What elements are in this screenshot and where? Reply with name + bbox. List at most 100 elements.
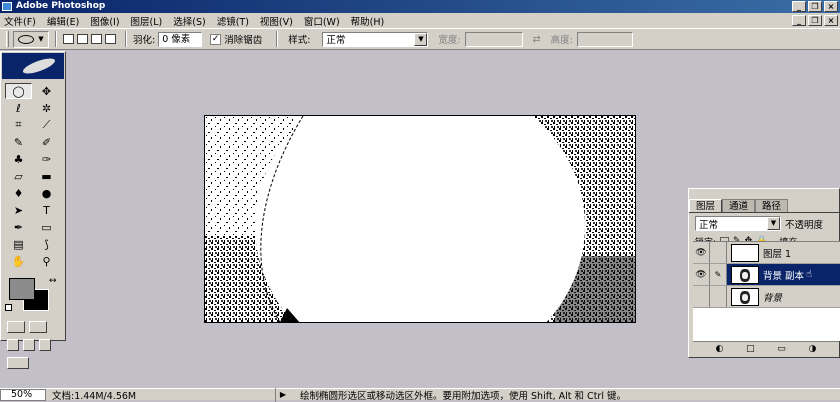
swap-dimensions-icon[interactable]: ⇄ <box>533 34 541 45</box>
path-selection-tool-icon[interactable]: ➤ <box>5 202 32 218</box>
layer-link-cell[interactable] <box>710 242 727 263</box>
eraser-tool-icon[interactable]: ▱ <box>5 168 32 184</box>
chevron-down-icon: ▼ <box>414 32 428 46</box>
brush-paint-icon[interactable]: ✎ <box>710 264 727 285</box>
style-label: 样式: <box>288 35 311 46</box>
feather-logo-icon <box>21 55 57 77</box>
menu-edit[interactable]: 编辑(E) <box>47 14 79 28</box>
layer-row-layer1[interactable]: 👁 图层 1 <box>693 242 840 264</box>
tool-preset-picker[interactable]: ▼ <box>13 30 49 48</box>
feather-input[interactable]: 0 像素 <box>158 31 203 47</box>
swap-colors-icon[interactable]: ↔ <box>49 276 57 286</box>
window-title: Adobe Photoshop <box>16 1 106 11</box>
status-menu-arrow-icon[interactable]: ▶ <box>276 390 290 399</box>
doc-minimize-button[interactable]: _ <box>792 15 806 26</box>
new-selection-button[interactable] <box>63 34 74 44</box>
width-label: 宽度: <box>438 35 461 46</box>
width-input[interactable] <box>464 31 523 47</box>
magic-wand-tool-icon[interactable]: ✲ <box>33 100 60 116</box>
quick-mask-mode-button[interactable] <box>29 321 47 333</box>
menu-file[interactable]: 文件(F) <box>4 14 36 28</box>
layers-panel-tabs: 图层 通道 路径 <box>689 199 839 213</box>
menu-image[interactable]: 图像(I) <box>90 14 119 28</box>
visibility-eye-icon[interactable] <box>693 286 710 307</box>
crop-tool-icon[interactable]: ⌗ <box>5 117 32 133</box>
height-label: 高度: <box>550 35 573 46</box>
ellipse-marquee-icon <box>18 34 35 44</box>
menu-layer[interactable]: 图层(L) <box>131 14 163 28</box>
eyedropper-tool-icon[interactable]: ⟆ <box>33 236 60 252</box>
close-button[interactable]: × <box>824 1 838 12</box>
notes-tool-icon[interactable]: ▤ <box>5 236 32 252</box>
window-controls: _ ❐ × <box>792 1 838 12</box>
intersect-selection-button[interactable] <box>105 34 116 44</box>
menu-help[interactable]: 帮助(H) <box>351 14 385 28</box>
standard-screen-button[interactable] <box>7 339 19 351</box>
history-brush-tool-icon[interactable]: ✑ <box>33 151 60 167</box>
adjustment-layer-icon[interactable]: ◑ <box>808 344 816 354</box>
add-to-selection-button[interactable] <box>77 34 88 44</box>
color-swatches: ↔ <box>5 276 61 314</box>
brush-tool-icon[interactable]: ✐ <box>33 134 60 150</box>
doc-close-button[interactable]: × <box>824 15 838 26</box>
blur-tool-icon[interactable]: ♦ <box>5 185 32 201</box>
hand-tool-icon[interactable]: ✋ <box>5 253 32 269</box>
antialias-checkbox[interactable]: ✓ <box>210 33 222 45</box>
minimize-button[interactable]: _ <box>792 1 806 12</box>
move-tool-icon[interactable]: ✥ <box>33 83 60 99</box>
options-grip[interactable] <box>6 31 9 47</box>
canvas-image <box>205 116 635 322</box>
layer-thumbnail <box>731 287 759 306</box>
tab-channels[interactable]: 通道 <box>722 199 756 212</box>
toolbox-header[interactable] <box>2 53 64 79</box>
document-window-controls: _ ❐ × <box>792 15 838 26</box>
toolbox: ◯ ✥ ℓ ✲ ⌗ ⟋ ✎ ✐ ♣ ✑ ▱ ▬ ♦ ● ➤ T ✒ ▭ ▤ ⟆ … <box>0 51 66 369</box>
dodge-tool-icon[interactable]: ● <box>33 185 60 201</box>
chevron-down-icon: ▼ <box>767 217 780 230</box>
layers-footer: ◐ □ ▭ ◑ <box>693 341 839 355</box>
document-canvas[interactable] <box>204 115 636 323</box>
layer-mask-icon[interactable]: □ <box>746 344 755 354</box>
jump-to-imageready-button[interactable] <box>7 357 29 369</box>
default-colors-icon[interactable] <box>5 304 12 311</box>
clone-stamp-tool-icon[interactable]: ♣ <box>5 151 32 167</box>
standard-mode-button[interactable] <box>7 321 25 333</box>
visibility-eye-icon[interactable]: 👁 <box>693 264 710 285</box>
tab-paths[interactable]: 路径 <box>755 199 789 212</box>
menu-filter[interactable]: 滤镜(T) <box>217 14 249 28</box>
layer-thumbnail <box>731 243 759 262</box>
layer-row-background[interactable]: 背景 <box>693 286 840 308</box>
menu-select[interactable]: 选择(S) <box>173 14 205 28</box>
blend-mode-dropdown[interactable]: 正常 ▼ <box>695 216 781 231</box>
title-bar: Adobe Photoshop <box>0 0 840 13</box>
layer-style-icon[interactable]: ◐ <box>716 344 724 354</box>
menu-window[interactable]: 窗口(W) <box>304 14 340 28</box>
doc-restore-button[interactable]: ❐ <box>808 15 822 26</box>
gradient-tool-icon[interactable]: ▬ <box>33 168 60 184</box>
type-tool-icon[interactable]: T <box>33 202 60 218</box>
menu-view[interactable]: 视图(V) <box>260 14 293 28</box>
layer-row-background-copy[interactable]: 👁 ✎ 背景 副本 ☝ <box>693 264 840 286</box>
rectangle-tool-icon[interactable]: ▭ <box>33 219 60 235</box>
full-screen-menu-button[interactable] <box>23 339 35 351</box>
photoshop-app-icon <box>2 2 12 11</box>
foreground-color-swatch[interactable] <box>9 278 35 300</box>
lasso-tool-icon[interactable]: ℓ <box>5 100 32 116</box>
zoom-level-field[interactable]: 50% <box>0 388 46 401</box>
full-screen-button[interactable] <box>39 339 51 351</box>
pen-tool-icon[interactable]: ✒ <box>5 219 32 235</box>
document-size-info: 文档:1.44M/4.56M <box>46 387 276 402</box>
subtract-selection-button[interactable] <box>91 34 102 44</box>
visibility-eye-icon[interactable]: 👁 <box>693 242 710 263</box>
healing-brush-tool-icon[interactable]: ✎ <box>5 134 32 150</box>
slice-tool-icon[interactable]: ⟋ <box>33 117 60 133</box>
style-value: 正常 <box>326 35 346 46</box>
elliptical-marquee-tool-icon[interactable]: ◯ <box>5 83 32 99</box>
style-dropdown[interactable]: 正常 ▼ <box>322 31 429 47</box>
zoom-tool-icon[interactable]: ⚲ <box>33 253 60 269</box>
height-input[interactable] <box>576 31 633 47</box>
layer-link-cell[interactable] <box>710 286 727 307</box>
tab-layers[interactable]: 图层 <box>689 199 723 212</box>
maximize-button[interactable]: ❐ <box>808 1 822 12</box>
new-set-icon[interactable]: ▭ <box>777 344 786 354</box>
